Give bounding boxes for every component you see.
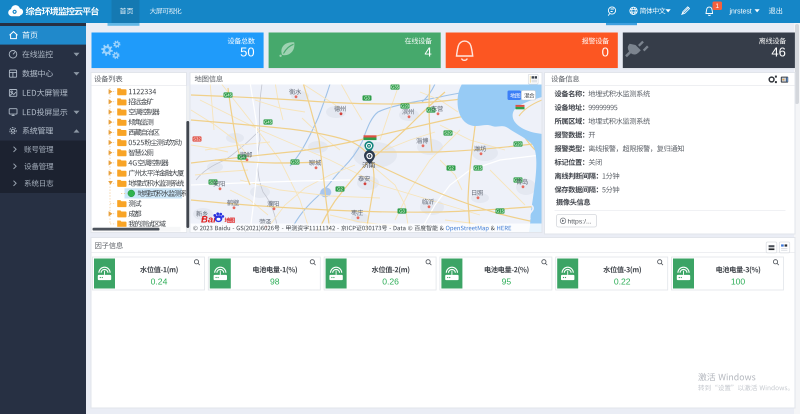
- svg-text:0: 0: [602, 44, 609, 59]
- svg-text:1: 1: [715, 3, 719, 10]
- svg-text:4: 4: [424, 44, 431, 59]
- svg-text:G15: G15: [496, 209, 505, 214]
- svg-text:jnrstest: jnrstest: [729, 9, 752, 16]
- svg-text:G45: G45: [264, 120, 273, 125]
- svg-text:S26: S26: [209, 180, 217, 185]
- svg-text:G35: G35: [291, 160, 300, 165]
- svg-text:G4: G4: [239, 155, 245, 160]
- svg-text:G45: G45: [224, 93, 233, 98]
- svg-text:S29: S29: [444, 131, 452, 136]
- svg-text:100: 100: [731, 277, 746, 287]
- svg-text:G2: G2: [448, 166, 454, 171]
- svg-text:0.22: 0.22: [614, 277, 631, 287]
- svg-text:G15: G15: [474, 166, 483, 171]
- svg-text:95: 95: [502, 277, 512, 287]
- svg-text:G20: G20: [401, 104, 410, 109]
- svg-text:G35: G35: [391, 85, 400, 90]
- svg-text:G3: G3: [364, 96, 370, 101]
- svg-text:0.26: 0.26: [382, 277, 399, 287]
- svg-text:G2: G2: [337, 187, 343, 192]
- svg-text:S32: S32: [193, 137, 201, 142]
- svg-text:0.24: 0.24: [151, 277, 168, 287]
- svg-text:50: 50: [240, 44, 254, 59]
- svg-text:46: 46: [771, 44, 785, 59]
- svg-text:https:/...: https:/...: [568, 218, 592, 225]
- svg-text:G20: G20: [514, 142, 523, 147]
- svg-text:G3: G3: [399, 209, 405, 214]
- svg-text:98: 98: [270, 277, 280, 287]
